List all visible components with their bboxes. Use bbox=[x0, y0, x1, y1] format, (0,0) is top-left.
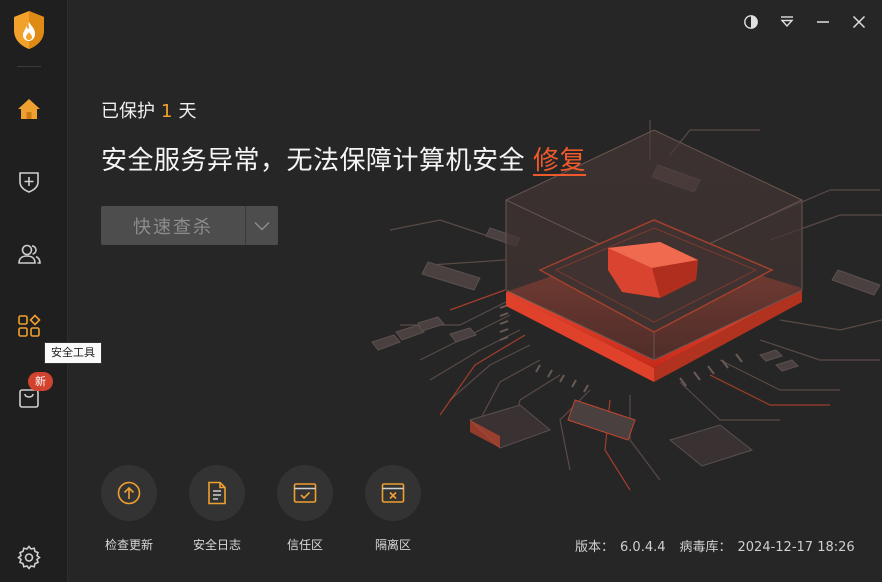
quick-scan-button[interactable]: 快速查杀 bbox=[101, 206, 245, 245]
protect-days-count: 1 bbox=[161, 101, 173, 122]
sidebar-item-users[interactable] bbox=[10, 235, 48, 273]
close-button[interactable] bbox=[848, 11, 870, 33]
sidebar: 安全工具 新 bbox=[0, 0, 102, 582]
sidebar-divider bbox=[17, 66, 41, 67]
sidebar-item-settings[interactable] bbox=[10, 538, 48, 576]
minimize-icon bbox=[817, 21, 829, 23]
apps-grid-icon bbox=[18, 314, 41, 337]
close-icon bbox=[852, 15, 866, 29]
upload-arrow-icon bbox=[117, 481, 141, 505]
theme-icon bbox=[744, 15, 758, 29]
theme-button[interactable] bbox=[740, 11, 762, 33]
tools-tooltip: 安全工具 bbox=[44, 342, 102, 364]
document-icon bbox=[208, 481, 226, 505]
scan-button-group: 快速查杀 bbox=[101, 206, 278, 245]
app-window: 安全工具 新 已保护 1 天 安全服务异常，无法保障计算机安全 修复 快速查杀 … bbox=[0, 0, 882, 582]
trust-window-icon bbox=[293, 483, 317, 503]
shield-plus-icon bbox=[19, 172, 39, 193]
tool-label: 隔离区 bbox=[374, 538, 411, 552]
new-badge: 新 bbox=[28, 372, 53, 391]
users-icon bbox=[18, 244, 41, 264]
sidebar-item-home[interactable] bbox=[10, 90, 48, 128]
scan-dropdown-button[interactable] bbox=[245, 206, 278, 245]
tool-check-update[interactable]: 检查更新 bbox=[99, 465, 159, 553]
tool-circle bbox=[277, 465, 333, 521]
sidebar-item-tools[interactable] bbox=[10, 307, 48, 345]
flame-shield-logo bbox=[14, 11, 44, 49]
virus-db-value: 2024-12-17 18:26 bbox=[737, 540, 855, 555]
tool-circle bbox=[101, 465, 157, 521]
tool-circle bbox=[189, 465, 245, 521]
virus-db-label: 病毒库： bbox=[679, 540, 732, 555]
protect-prefix: 已保护 bbox=[101, 101, 155, 122]
tool-label: 信任区 bbox=[286, 538, 323, 552]
fix-link[interactable]: 修复 bbox=[533, 146, 586, 176]
tool-label: 检查更新 bbox=[104, 538, 153, 552]
menu-button[interactable] bbox=[776, 11, 798, 33]
version-info: 版本： 6.0.4.4 病毒库： 2024-12-17 18:26 bbox=[575, 536, 855, 555]
tool-security-log[interactable]: 安全日志 bbox=[187, 465, 247, 553]
tool-label: 安全日志 bbox=[192, 538, 241, 552]
status-text: 安全服务异常，无法保障计算机安全 bbox=[101, 146, 526, 176]
security-status: 安全服务异常，无法保障计算机安全 修复 bbox=[101, 140, 586, 177]
gear-icon bbox=[17, 545, 41, 570]
tool-quarantine[interactable]: 隔离区 bbox=[363, 465, 423, 553]
tool-circle bbox=[365, 465, 421, 521]
protect-suffix: 天 bbox=[178, 101, 197, 122]
chip-illustration bbox=[371, 120, 882, 491]
sidebar-item-scan[interactable] bbox=[10, 162, 48, 200]
version-label: 版本： bbox=[575, 540, 615, 555]
protection-days: 已保护 1 天 bbox=[101, 97, 196, 123]
minimize-button[interactable] bbox=[812, 11, 834, 33]
menu-icon bbox=[780, 16, 794, 28]
chevron-down-icon bbox=[254, 221, 270, 231]
version-value: 6.0.4.4 bbox=[620, 540, 666, 555]
home-icon bbox=[18, 99, 40, 119]
tool-trust-zone[interactable]: 信任区 bbox=[275, 465, 335, 553]
quarantine-window-icon bbox=[381, 483, 405, 503]
